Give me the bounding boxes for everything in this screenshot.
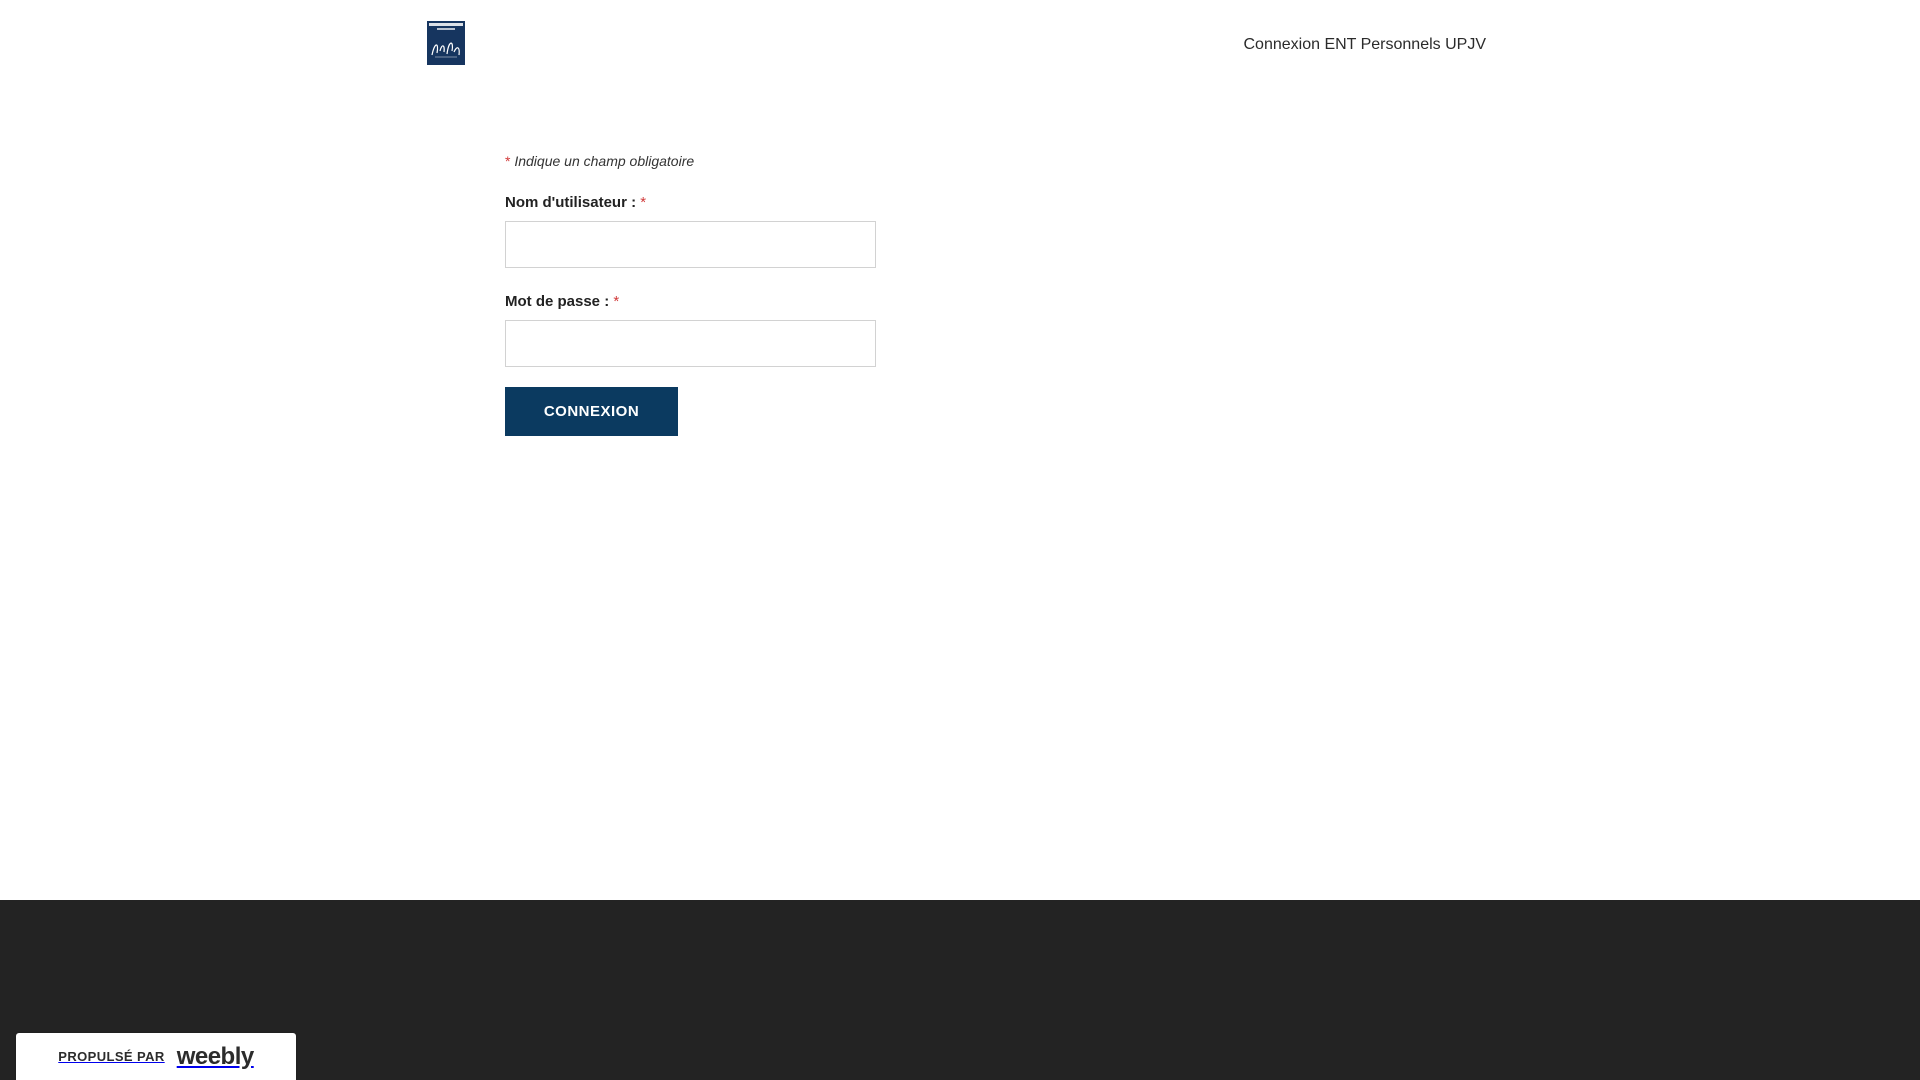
username-input[interactable]: [505, 221, 876, 268]
weebly-logo: weebly: [176, 1042, 255, 1070]
username-required-asterisk: *: [640, 194, 647, 211]
university-logo[interactable]: [427, 21, 465, 65]
weebly-badge[interactable]: PROPULSÉ PAR weebly: [16, 1033, 296, 1080]
password-input[interactable]: [505, 320, 876, 367]
nav-link-ent-personnels[interactable]: Connexion ENT Personnels UPJV: [1244, 36, 1487, 54]
username-label-text: Nom d'utilisateur :: [505, 194, 637, 211]
username-label: Nom d'utilisateur : *: [505, 194, 885, 211]
login-form: * Indique un champ obligatoire Nom d'uti…: [505, 153, 885, 436]
password-required-asterisk: *: [613, 293, 620, 310]
required-note-text: Indique un champ obligatoire: [514, 153, 695, 169]
password-label: Mot de passe : *: [505, 293, 885, 310]
header: Connexion ENT Personnels UPJV: [0, 0, 1920, 90]
page: Connexion ENT Personnels UPJV * Indique …: [0, 0, 1920, 1080]
password-label-text: Mot de passe :: [505, 293, 610, 310]
logo-emblem-icon: [427, 21, 465, 65]
badge-prefix-text: PROPULSÉ PAR: [58, 1049, 165, 1064]
required-asterisk: *: [505, 153, 511, 169]
connexion-button[interactable]: CONNEXION: [505, 387, 678, 436]
required-field-note: * Indique un champ obligatoire: [505, 153, 885, 169]
